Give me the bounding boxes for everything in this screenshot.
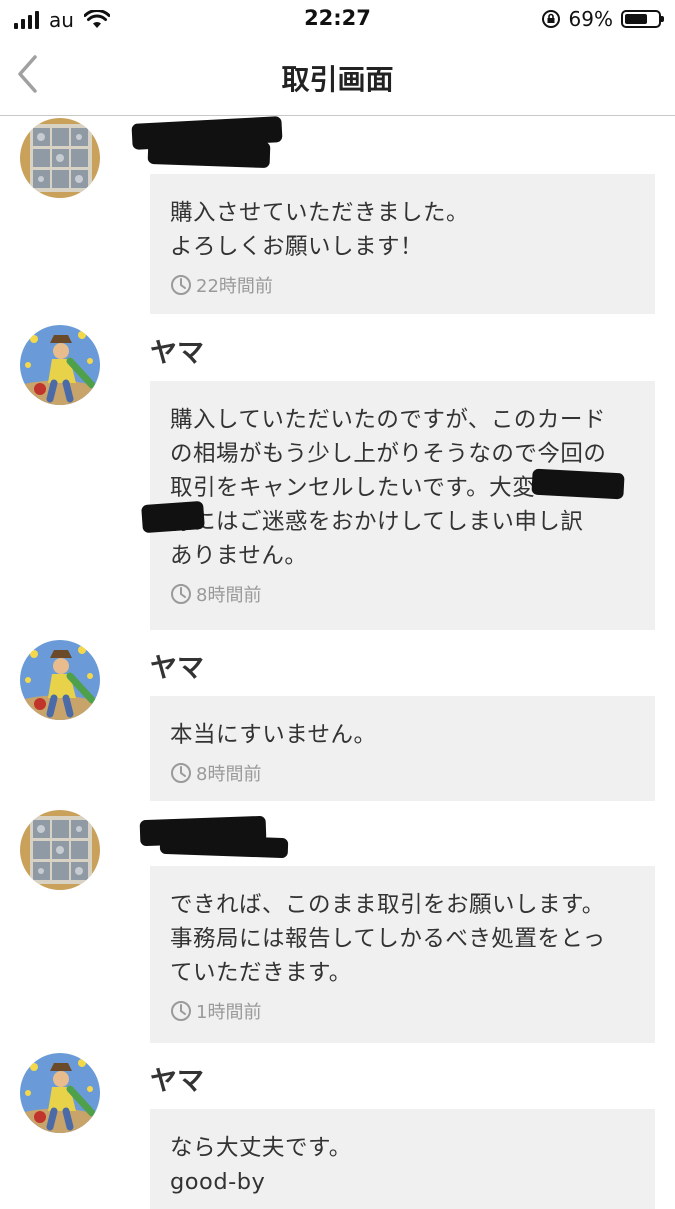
message-bubble: 本当にすいません。 8時間前: [150, 696, 655, 801]
avatar[interactable]: [20, 810, 100, 890]
message-time: 22時間前: [170, 272, 637, 298]
message-time: 8時間前: [170, 760, 637, 786]
message-time-text: 1時間前: [196, 1002, 262, 1023]
message-text: 購入させていただきました。 よろしくお願いします！: [170, 200, 470, 260]
message-bubble: なら大丈夫です。 good-by: [150, 1109, 655, 1209]
message-time-text: 8時間前: [196, 764, 262, 785]
battery-percent: 69%: [568, 7, 613, 31]
page-title: 取引画面: [281, 63, 394, 96]
message-text: できれば、このまま取引をお願いします。 事務局には報告してしかるべき処置をとっ …: [170, 892, 606, 986]
message-bubble: 購入していただいたのですが、このカード の相場がもう少し上がりそうなので今回の …: [150, 381, 655, 630]
message-time: 1時間前: [170, 998, 637, 1024]
status-bar: au 22:27 69%: [0, 0, 675, 38]
sender-name: ヤマ: [150, 1066, 204, 1097]
nav-bar: 取引画面: [0, 38, 675, 116]
message-bubble: 購入させていただきました。 よろしくお願いします！ 22時間前: [150, 174, 655, 314]
redacted-name: [147, 137, 271, 169]
avatar[interactable]: [20, 1053, 100, 1133]
avatar[interactable]: [20, 118, 100, 198]
redacted-text: [531, 468, 625, 500]
clock-icon: [171, 1001, 191, 1021]
clock-icon: [171, 763, 191, 783]
sender-name: ヤマ: [150, 653, 204, 684]
rotation-lock-icon: [541, 10, 560, 28]
avatar[interactable]: [20, 325, 100, 405]
message-bubble: できれば、このまま取引をお願いします。 事務局には報告してしかるべき処置をとっ …: [150, 866, 655, 1043]
clock-icon: [171, 584, 191, 604]
message-time: 8時間前: [170, 581, 637, 607]
status-right: 69%: [541, 7, 664, 31]
clock-icon: [171, 275, 191, 295]
message-time-text: 8時間前: [196, 585, 262, 606]
message-text: なら大丈夫です。 good-by: [170, 1135, 352, 1195]
redacted-name: [159, 833, 289, 859]
redacted-text: [141, 500, 205, 534]
message-time-text: 22時間前: [196, 276, 273, 297]
battery-icon: [621, 10, 664, 28]
sender-name: ヤマ: [150, 338, 204, 369]
avatar[interactable]: [20, 640, 100, 720]
message-text: 本当にすいません。: [170, 722, 377, 748]
